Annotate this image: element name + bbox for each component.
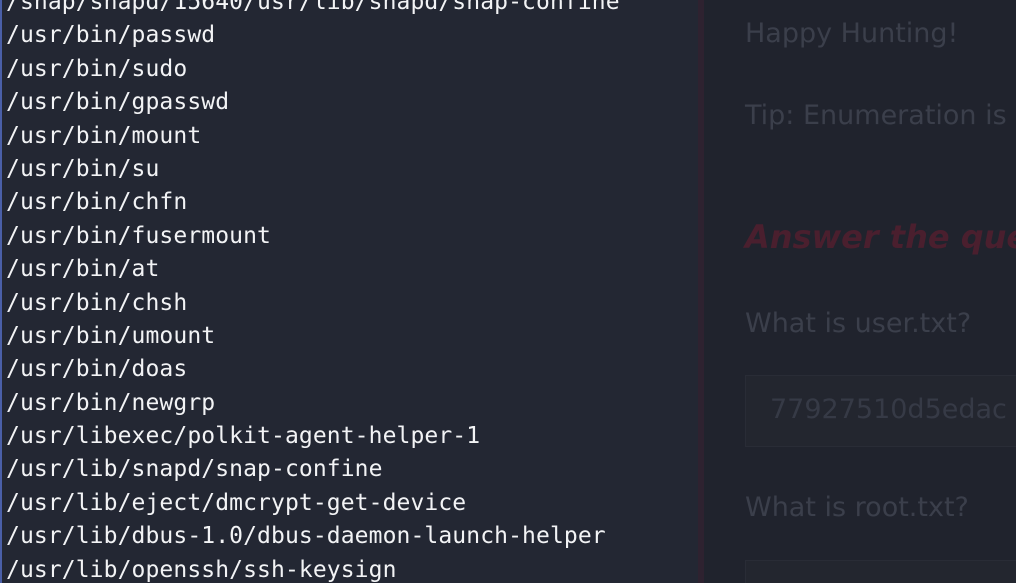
terminal-line: /usr/bin/gpasswd (6, 89, 230, 116)
terminal-line: /usr/bin/chfn (6, 189, 188, 216)
terminal-line: /usr/bin/passwd (6, 22, 216, 49)
terminal-line: /usr/bin/umount (6, 322, 216, 349)
terminal-pane[interactable]: /snap/snapd/15640/usr/lib/snapd/snap-con… (0, 0, 698, 583)
question-root-label: What is root.txt? (745, 492, 969, 523)
terminal-output: /snap/snapd/15640/usr/lib/snapd/snap-con… (6, 0, 620, 583)
webpage-pane: Happy Hunting! Tip: Enumeration is Answe… (704, 0, 1016, 583)
terminal-line: /usr/bin/mount (6, 122, 202, 149)
terminal-line: /usr/bin/su (6, 155, 160, 182)
terminal-line: /usr/libexec/polkit-agent-helper-1 (6, 423, 481, 450)
terminal-line: /usr/bin/sudo (6, 55, 188, 82)
section-heading: Answer the que (745, 218, 1016, 256)
greeting-text: Happy Hunting! (745, 18, 959, 49)
terminal-line: /snap/snapd/15640/usr/lib/snapd/snap-con… (6, 0, 620, 15)
terminal-line: /usr/lib/openssh/ssh-keysign (6, 556, 397, 583)
terminal-line: /usr/bin/newgrp (6, 389, 216, 416)
terminal-line: /usr/lib/snapd/snap-confine (6, 456, 383, 483)
answer-root-field[interactable] (745, 560, 1016, 583)
terminal-line: /usr/bin/fusermount (6, 222, 271, 249)
screen: /snap/snapd/15640/usr/lib/snapd/snap-con… (0, 0, 1016, 583)
terminal-line: /usr/lib/dbus-1.0/dbus-daemon-launch-hel… (6, 523, 606, 550)
answer-user-value: 77927510d5edac (770, 394, 1007, 425)
terminal-line: /usr/bin/chsh (6, 289, 188, 316)
tip-text: Tip: Enumeration is (745, 100, 1007, 131)
question-user-label: What is user.txt? (745, 308, 972, 339)
answer-user-field[interactable]: 77927510d5edac (745, 375, 1016, 447)
terminal-line: /usr/lib/eject/dmcrypt-get-device (6, 489, 467, 516)
terminal-line: /usr/bin/doas (6, 356, 188, 383)
terminal-line: /usr/bin/at (6, 256, 160, 283)
